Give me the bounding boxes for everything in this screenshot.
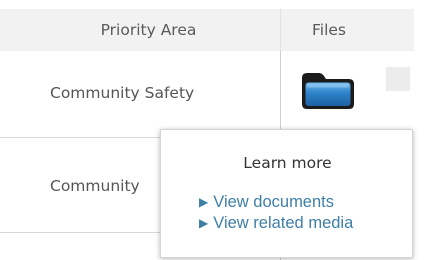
- table-row-label: Community: [50, 177, 140, 195]
- triangle-right-icon: ▶: [199, 216, 209, 230]
- files-table-view: Priority Area Files Community Safety Com…: [0, 0, 424, 260]
- learn-more-tooltip: Learn more ▶ View documents ▶ View related…: [160, 129, 413, 258]
- tooltip-title: Learn more: [243, 154, 332, 172]
- view-related-media-link[interactable]: ▶ View related media: [199, 214, 353, 233]
- link-label: View related media: [213, 214, 354, 232]
- header-priority-area[interactable]: Priority Area: [20, 9, 277, 51]
- cell-placeholder: [386, 67, 410, 91]
- header-divider: [280, 9, 281, 51]
- link-label: View documents: [213, 193, 334, 211]
- table-header: Priority Area Files: [0, 9, 414, 51]
- header-files[interactable]: Files: [281, 9, 377, 51]
- view-documents-link[interactable]: ▶ View documents: [199, 193, 334, 212]
- folder-icon[interactable]: [298, 68, 358, 112]
- table-row-label: Community Safety: [50, 84, 195, 102]
- triangle-right-icon: ▶: [199, 195, 209, 209]
